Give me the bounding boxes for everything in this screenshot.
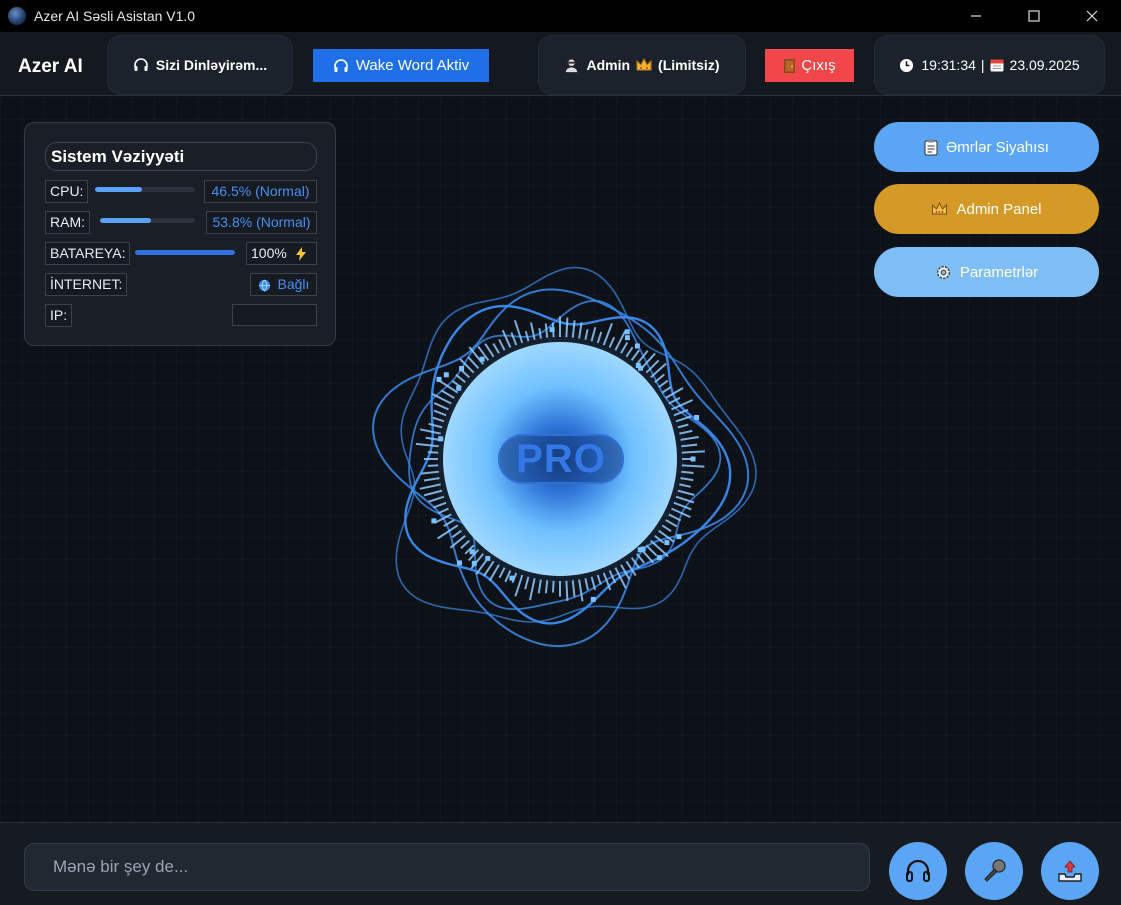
clipboard-icon [924, 139, 938, 156]
listening-status: Sizi Dinləyirəm... [107, 35, 293, 95]
visualizer-particle [436, 376, 442, 382]
headphones-icon [333, 58, 349, 74]
cpu-progress-fill [95, 187, 142, 192]
app-globe-icon [8, 7, 26, 25]
microphone-button[interactable] [965, 842, 1023, 900]
admin-panel-label: Admin Panel [956, 200, 1042, 218]
datetime-separator: | [980, 57, 985, 73]
chat-input[interactable] [24, 843, 870, 891]
visualizer-particle [694, 415, 700, 420]
maximize-icon [1028, 10, 1040, 22]
internet-status-text: Bağlı [277, 276, 310, 292]
crown-icon [636, 58, 652, 72]
visualizer-particle [634, 343, 640, 349]
crown-icon [931, 202, 948, 216]
globe-icon [258, 279, 271, 292]
brand-name: Azer AI [18, 56, 83, 77]
logout-button[interactable]: Çıxış [765, 49, 854, 82]
headphones-icon [133, 57, 149, 73]
visualizer-particle [624, 335, 630, 341]
system-panel-title: Sistem Vəziyyəti [45, 142, 317, 171]
battery-progress-fill [135, 250, 235, 255]
battery-value: 100% [246, 242, 317, 265]
cpu-value: 46.5% (Normal) [204, 180, 317, 203]
commands-list-button[interactable]: Əmrlər Siyahısı [874, 122, 1099, 172]
visualizer-particle [459, 366, 465, 371]
visualizer-particle [624, 329, 630, 335]
bottom-bar [0, 822, 1121, 905]
window-title: Azer AI Səsli Asistan V1.0 [34, 8, 196, 24]
window-controls [947, 0, 1121, 32]
ram-progress-fill [100, 218, 152, 223]
listening-status-text: Sizi Dinləyirəm... [155, 57, 268, 73]
visualizer-particle [443, 372, 449, 378]
cpu-progress-bar [95, 187, 195, 192]
time-text: 19:31:34 [921, 57, 976, 73]
user-info: Admin (Limitsiz) [538, 35, 746, 95]
close-window-button[interactable] [1063, 0, 1121, 32]
system-status-panel: Sistem Vəziyyəti CPU: 46.5% (Normal) RAM… [24, 122, 336, 346]
internet-label: İNTERNET: [45, 273, 128, 296]
microphone-icon [980, 857, 1008, 885]
visualizer-particle [690, 456, 696, 462]
minimize-icon [971, 15, 981, 17]
maximize-button[interactable] [1005, 0, 1063, 32]
settings-button[interactable]: Parametrlər [874, 247, 1099, 297]
visualizer-particle [471, 560, 477, 566]
close-icon [1086, 10, 1098, 22]
battery-progress-bar [135, 250, 235, 255]
ram-progress-bar [100, 218, 195, 223]
admin-panel-button[interactable]: Admin Panel [874, 184, 1099, 234]
user-icon [564, 58, 579, 73]
header: Azer AI Sizi Dinləyirəm... Wake Word Akt… [0, 32, 1121, 96]
upload-button[interactable] [1041, 842, 1099, 900]
wake-word-button[interactable]: Wake Word Aktiv [313, 49, 489, 82]
door-icon [783, 58, 796, 74]
ram-label: RAM: [45, 211, 90, 234]
logout-label: Çıxış [801, 57, 836, 74]
pro-badge: PRO [498, 434, 624, 484]
visualizer-particle [664, 540, 670, 546]
visualizer-particle [590, 596, 596, 602]
calendar-icon [990, 58, 1004, 72]
ram-value: 53.8% (Normal) [206, 211, 317, 234]
visualizer-particle [431, 518, 437, 524]
headphones-button[interactable] [889, 842, 947, 900]
user-badge: (Limitsiz) [658, 57, 720, 73]
user-name: Admin [586, 57, 631, 73]
visualizer-particle [656, 555, 662, 561]
cpu-label: CPU: [45, 180, 89, 203]
date-text: 23.09.2025 [1009, 57, 1080, 73]
internet-value: Bağlı [250, 273, 317, 296]
clock-icon [899, 58, 914, 73]
headphones-icon [904, 857, 932, 885]
battery-value-text: 100% [251, 245, 287, 261]
title-bar: Azer AI Səsli Asistan V1.0 [0, 0, 1121, 32]
gear-icon [935, 264, 952, 281]
commands-list-label: Əmrlər Siyahısı [946, 138, 1049, 156]
lightning-icon [295, 247, 307, 262]
visualizer-particle [676, 534, 682, 540]
settings-label: Parametrlər [959, 263, 1039, 281]
datetime-display: 19:31:34 | 23.09.2025 [874, 35, 1105, 95]
ip-label: IP: [45, 304, 73, 327]
ip-value [232, 304, 317, 326]
wake-word-label: Wake Word Aktiv [355, 57, 470, 74]
battery-label: BATAREYA: [45, 242, 131, 265]
upload-icon [1056, 857, 1084, 885]
visualizer-particle [457, 560, 462, 566]
minimize-button[interactable] [947, 0, 1005, 32]
